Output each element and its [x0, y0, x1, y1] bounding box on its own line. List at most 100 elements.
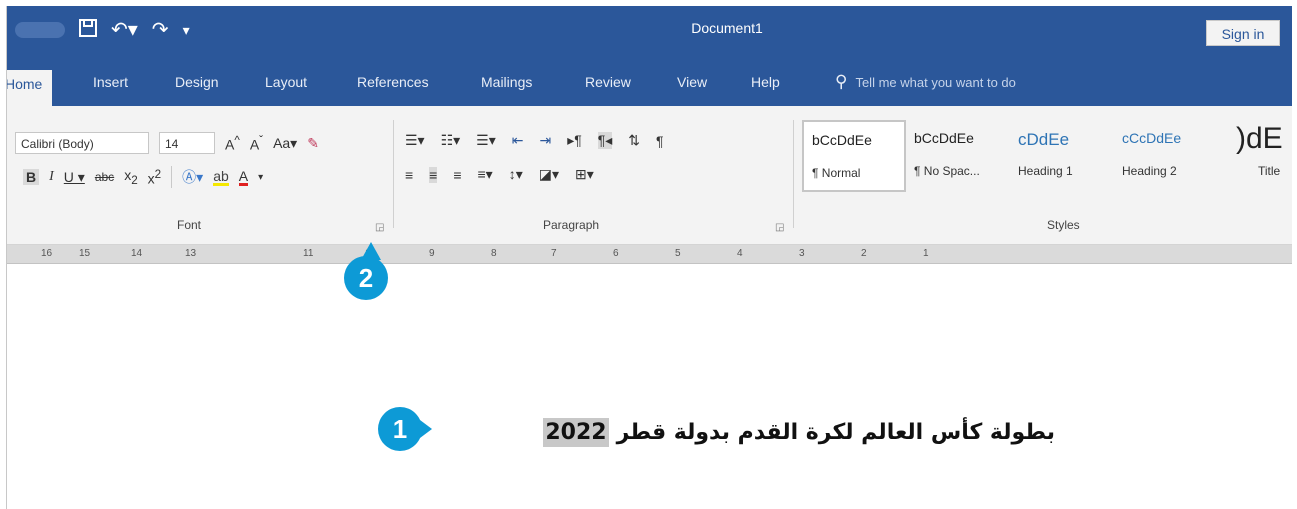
numbering-icon[interactable]: ☷▾	[441, 132, 461, 149]
shrink-font-icon[interactable]: Aˇ	[250, 134, 263, 153]
customize-qat-icon[interactable]: ▾	[183, 20, 190, 40]
style-preview: bCcDdEe	[914, 130, 974, 146]
style-preview: cCcDdEe	[1122, 130, 1182, 146]
tab-help[interactable]: Help	[751, 74, 780, 90]
ruler-number: 15	[79, 248, 91, 259]
redo-icon[interactable]: ↷	[152, 20, 169, 40]
autosave-toggle[interactable]	[15, 22, 65, 38]
ruler-marks: 16 15 14 13 11 10 9 8 7 6 5 4 3 2 1	[7, 248, 1292, 260]
bullets-icon[interactable]: ☰▾	[405, 132, 425, 149]
paragraph-row-2: ≡ ≡ ≡ ≡▾ ↕▾ ◪▾ ⊞▾	[405, 166, 594, 183]
align-left-icon[interactable]: ≡	[405, 167, 413, 183]
show-marks-icon[interactable]: ¶	[656, 133, 664, 149]
strikethrough-icon[interactable]: abc	[95, 170, 114, 184]
align-center-icon[interactable]: ≡	[429, 166, 438, 183]
ltr-icon[interactable]: ▸¶	[567, 132, 582, 149]
superscript-icon[interactable]: x2	[148, 168, 161, 187]
style-title[interactable]: )dE Title	[1218, 120, 1292, 192]
paragraph-dialog-launcher-icon[interactable]: ◲	[775, 222, 784, 233]
tab-view[interactable]: View	[677, 74, 707, 90]
ribbon-tabs: Home Insert Design Layout References Mai…	[7, 62, 1292, 106]
selected-year-text[interactable]: 2022	[543, 417, 609, 447]
font-group-label: Font	[177, 218, 202, 232]
document-page[interactable]: بطولة كأس العالم لكرة القدم بدولة قطر 20…	[7, 264, 1292, 509]
align-right-icon[interactable]: ≡	[453, 167, 461, 183]
style-preview: cDdEe	[1018, 130, 1070, 149]
ruler-number: 11	[303, 248, 314, 259]
tab-home[interactable]: Home	[7, 70, 53, 106]
ribbon: Calibri (Body) 14 A^ Aˇ Aa▾ ✎ B I U ▾ ab…	[7, 106, 1292, 245]
font-size-dropdown[interactable]: 14	[159, 132, 215, 154]
ruler-number: 4	[737, 248, 743, 259]
style-name: Heading 1	[1018, 164, 1073, 178]
undo-icon[interactable]: ↶▾	[111, 20, 138, 40]
decrease-indent-icon[interactable]: ⇤	[512, 132, 524, 149]
style-normal[interactable]: bCcDdEe ¶ Normal	[802, 120, 906, 192]
tab-insert[interactable]: Insert	[93, 74, 128, 90]
bold-icon[interactable]: B	[23, 169, 40, 185]
underline-icon[interactable]: U ▾	[64, 169, 85, 186]
tab-review[interactable]: Review	[585, 74, 631, 90]
ruler-number: 9	[429, 248, 435, 259]
ruler-number: 14	[131, 248, 143, 259]
paragraph-group-label: Paragraph	[543, 218, 600, 232]
paragraph-row-1: ☰▾ ☷▾ ☰▾ ⇤ ⇥ ▸¶ ¶◂ ⇅ ¶	[405, 132, 664, 149]
quick-access-toolbar: ↶▾ ↷ ▾	[15, 16, 190, 44]
tell-me-box[interactable]: ⚲ Tell me what you want to do	[835, 72, 1016, 92]
increase-indent-icon[interactable]: ⇥	[539, 132, 551, 149]
font-row-2: B I U ▾ abc x2 x2 Ⓐ▾ ab A ▾	[23, 166, 263, 188]
font-dialog-launcher-icon[interactable]: ◲	[375, 222, 384, 233]
callout-badge-2: 2	[344, 242, 388, 300]
multilevel-list-icon[interactable]: ☰▾	[476, 132, 496, 149]
highlight-color-icon[interactable]: ab	[213, 169, 229, 186]
ruler-number: 16	[41, 248, 53, 259]
style-heading-2[interactable]: cCcDdEe Heading 2	[1114, 120, 1218, 192]
sign-in-button[interactable]: Sign in	[1206, 20, 1280, 46]
style-preview: )dE	[1236, 122, 1283, 155]
callout-badge-1: 1	[378, 407, 432, 451]
italic-icon[interactable]: I	[49, 169, 54, 185]
style-name: ¶ No Spac...	[914, 164, 980, 178]
sort-icon[interactable]: ⇅	[628, 132, 640, 149]
ruler-number: 13	[185, 248, 197, 259]
change-case-icon[interactable]: Aa▾	[273, 135, 297, 152]
document-text: بطولة كأس العالم لكرة القدم بدولة قطر	[616, 419, 1055, 445]
shading-icon[interactable]: ◪▾	[539, 166, 559, 183]
style-preview: bCcDdEe	[812, 132, 872, 148]
font-name-dropdown[interactable]: Calibri (Body)	[15, 132, 149, 154]
style-name: Title	[1258, 164, 1281, 178]
ruler-number: 3	[799, 248, 805, 259]
line-spacing-icon[interactable]: ↕▾	[509, 166, 523, 183]
ruler-number: 5	[675, 248, 681, 259]
borders-icon[interactable]: ⊞▾	[575, 166, 594, 183]
justify-icon[interactable]: ≡▾	[478, 166, 493, 183]
save-icon[interactable]	[79, 19, 97, 41]
styles-group-label: Styles	[1047, 218, 1080, 232]
styles-gallery: bCcDdEe ¶ Normal bCcDdEe ¶ No Spac... cD…	[802, 120, 1292, 192]
font-color-icon[interactable]: A	[238, 169, 249, 186]
tab-design[interactable]: Design	[175, 74, 219, 90]
font-color-dropdown-icon[interactable]: ▾	[258, 172, 263, 183]
tab-mailings[interactable]: Mailings	[481, 74, 532, 90]
ruler-number: 7	[551, 248, 557, 259]
subscript-icon[interactable]: x2	[124, 167, 137, 187]
grow-font-icon[interactable]: A^	[225, 134, 240, 153]
style-no-spacing[interactable]: bCcDdEe ¶ No Spac...	[906, 120, 1010, 192]
tell-me-text: Tell me what you want to do	[855, 74, 1016, 90]
ruler[interactable]: 16 15 14 13 11 10 9 8 7 6 5 4 3 2 1	[7, 245, 1292, 264]
rtl-icon[interactable]: ¶◂	[597, 132, 613, 149]
style-heading-1[interactable]: cDdEe Heading 1	[1010, 120, 1114, 192]
style-name: Heading 2	[1122, 164, 1177, 178]
font-row-1: Calibri (Body) 14 A^ Aˇ Aa▾ ✎	[15, 132, 319, 154]
text-effects-icon[interactable]: Ⓐ▾	[182, 167, 203, 187]
clear-formatting-icon[interactable]: ✎	[307, 135, 319, 152]
divider	[171, 166, 173, 188]
word-window: ↶▾ ↷ ▾ Document1 Sign in Home Insert Des…	[6, 6, 1292, 509]
ruler-number: 8	[491, 248, 497, 259]
tab-references[interactable]: References	[357, 74, 429, 90]
document-paragraph[interactable]: بطولة كأس العالم لكرة القدم بدولة قطر 20…	[445, 412, 1055, 452]
title-bar: ↶▾ ↷ ▾ Document1 Sign in	[7, 6, 1292, 62]
ruler-number: 1	[923, 248, 929, 259]
tab-layout[interactable]: Layout	[265, 74, 307, 90]
document-title: Document1	[691, 20, 763, 36]
